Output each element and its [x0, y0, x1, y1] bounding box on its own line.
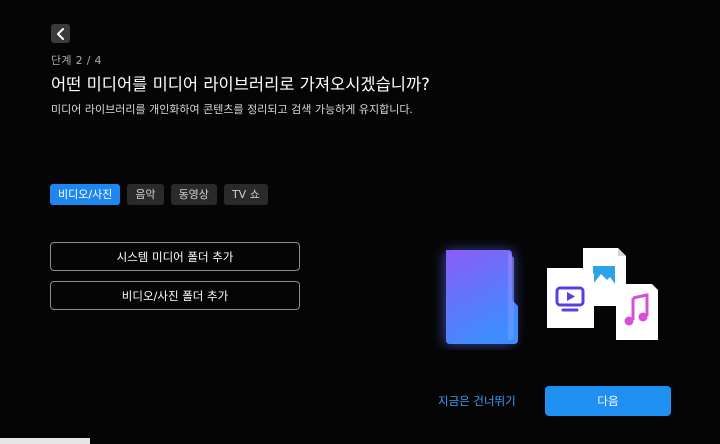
next-button[interactable]: 다음 [545, 386, 671, 416]
tab-movies[interactable]: 동영상 [170, 184, 217, 205]
back-button[interactable] [51, 24, 70, 43]
page-title: 어떤 미디어를 미디어 라이브러리로 가져오시겠습니까? [51, 75, 430, 94]
media-illustration [444, 248, 658, 345]
tab-video-photo[interactable]: 비디오/사진 [50, 184, 121, 205]
step-indicator: 단계 2 / 4 [51, 54, 102, 67]
skip-for-now-link[interactable]: 지금은 건너뛰기 [438, 393, 516, 409]
media-type-tabs: 비디오/사진 음악 동영상 TV 쇼 [50, 184, 268, 205]
tab-music[interactable]: 음악 [127, 184, 164, 205]
add-system-media-folder-button[interactable]: 시스템 미디어 폴더 추가 [50, 242, 300, 271]
chevron-left-icon [56, 27, 64, 40]
page-subtitle: 미디어 라이브러리를 개인화하여 콘텐츠를 정리되고 검색 가능하게 유지합니다… [51, 103, 413, 116]
music-note-icon [616, 284, 658, 340]
add-video-photo-folder-button[interactable]: 비디오/사진 폴더 추가 [50, 281, 300, 310]
tv-icon [547, 268, 594, 328]
tab-tv-shows[interactable]: TV 쇼 [223, 184, 268, 205]
folder-icon [444, 250, 518, 345]
taskbar-fragment [0, 438, 90, 444]
